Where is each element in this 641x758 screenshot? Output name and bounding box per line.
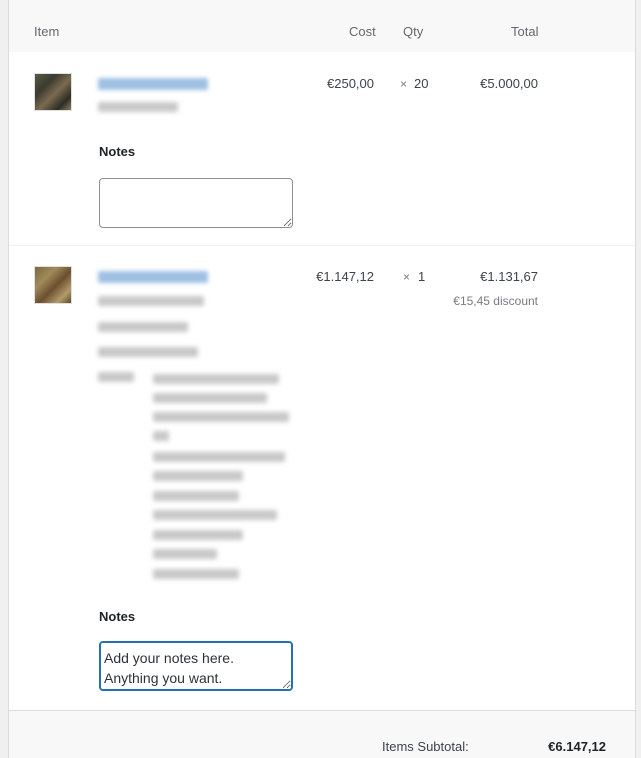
meta-value-line — [153, 412, 289, 422]
product-name-link[interactable] — [98, 78, 208, 90]
meta-value-line — [153, 510, 277, 520]
qty-times-icon: × — [400, 77, 408, 91]
meta-value-line — [153, 393, 267, 403]
item-discount: €15,45 discount — [453, 294, 538, 308]
items-subtotal-value: €6.147,12 — [548, 739, 606, 754]
item-qty: 20 — [414, 76, 429, 91]
item-total: €5.000,00 — [480, 76, 538, 91]
notes-label: Notes — [99, 609, 136, 624]
order-totals: Items Subtotal: €6.147,12 — [9, 710, 635, 758]
qty-times-icon: × — [403, 270, 411, 284]
meta-value-line — [153, 549, 217, 559]
meta-value-line — [153, 471, 243, 481]
meta-line — [98, 322, 188, 332]
notes-label: Notes — [99, 144, 136, 159]
meta-value-line — [153, 491, 239, 501]
meta-value-line — [153, 431, 169, 441]
line-item-row: €250,00 × 20 €5.000,00 Notes — [9, 52, 635, 245]
product-thumbnail[interactable] — [34, 73, 72, 111]
item-cost: €250,00 — [327, 76, 374, 91]
meta-value-line — [153, 569, 239, 579]
product-thumbnail[interactable] — [34, 266, 72, 304]
header-item: Item — [34, 24, 60, 39]
item-cost: €1.147,12 — [316, 269, 374, 284]
items-subtotal-label: Items Subtotal: — [382, 739, 469, 754]
line-item-row: €1.147,12 × 1 €1.131,67 €15,45 discount … — [9, 246, 635, 710]
notes-textarea[interactable] — [99, 178, 293, 228]
notes-textarea[interactable] — [99, 641, 293, 691]
order-items-panel: Item Cost Qty Total €250,00 × 20 €5.000,… — [8, 0, 636, 758]
header-qty: Qty — [403, 24, 424, 39]
header-cost: Cost — [349, 24, 376, 39]
header-total: Total — [511, 24, 539, 39]
meta-line — [98, 347, 198, 357]
product-name-link[interactable] — [98, 271, 208, 283]
product-sku — [98, 102, 178, 112]
items-table-header: Item Cost Qty Total — [9, 0, 635, 52]
meta-value-line — [153, 374, 279, 384]
meta-line — [98, 296, 204, 306]
item-qty: 1 — [418, 269, 426, 284]
meta-value-line — [153, 452, 285, 462]
meta-value-line — [153, 530, 243, 540]
item-total: €1.131,67 — [480, 269, 538, 284]
meta-key — [98, 372, 134, 382]
